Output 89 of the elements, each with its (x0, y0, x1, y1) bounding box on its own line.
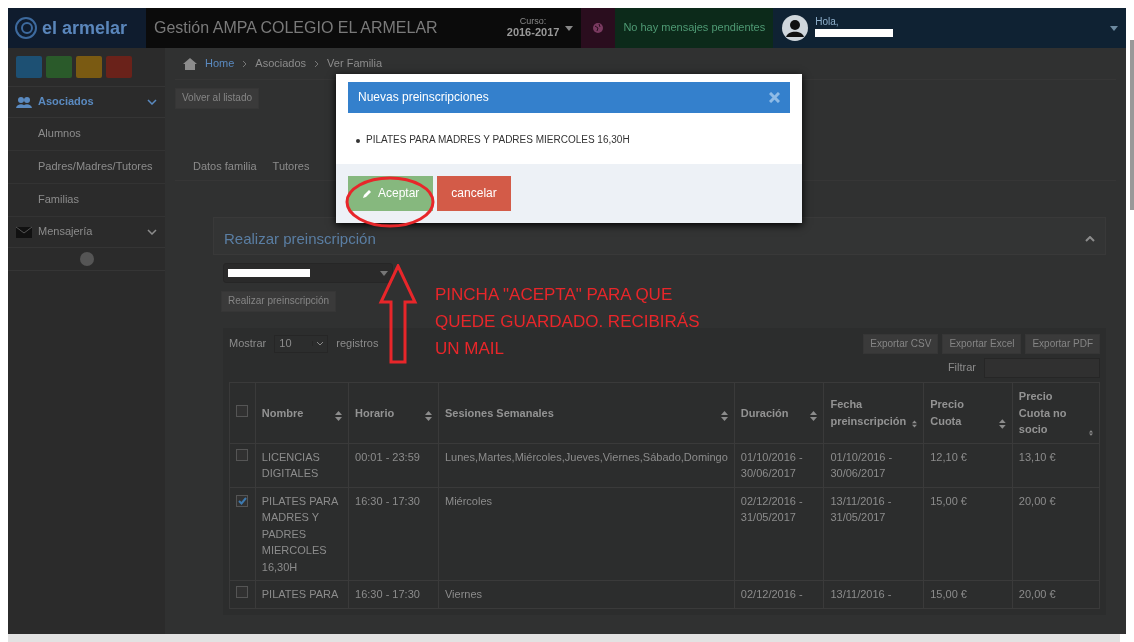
table-cell: 00:01 - 23:59 (355, 450, 420, 463)
greeting-text: Hola, (815, 16, 840, 28)
table-cell: 01/10/2016 - 30/06/2017 (830, 450, 893, 480)
sidebar-subitem[interactable]: Alumnos (8, 117, 165, 151)
table-cell: PILATES PARA MADRES Y PADRES MIERCOLES 16,30H (261, 494, 338, 573)
table-cell: 20,00 € (1018, 494, 1056, 507)
show-label: Mostrar (229, 335, 267, 351)
filter-label: Filtrar (947, 360, 976, 376)
course-value: 2016-2017 (506, 25, 560, 40)
horizontal-scrollbar[interactable] (8, 634, 1120, 642)
table-cell: 15,00 € (930, 494, 967, 507)
pencil-icon (362, 188, 372, 199)
chevron-down-icon (147, 228, 157, 235)
logo-icon (14, 16, 38, 40)
records-label: registros (336, 335, 379, 351)
chevron-down-icon (147, 98, 157, 105)
messages-status[interactable]: No hay mensajes pendientes (615, 8, 774, 48)
sidebar-subitem[interactable]: Padres/Madres/Tutores (8, 150, 165, 184)
table-cell: 02/12/2016 - (740, 588, 803, 601)
sidebar-subitem[interactable]: Familias (8, 183, 165, 217)
table-cell: Lunes,Martes,Miércoles,Jueves,Viernes,Sábado,Domingo (444, 450, 728, 463)
chevron-right-icon (314, 59, 320, 68)
export-button[interactable]: Exportar CSV (863, 333, 939, 355)
table-cell: 20,00 € (1018, 588, 1056, 601)
sort-icon[interactable] (424, 411, 432, 422)
checkbox[interactable] (236, 448, 248, 461)
table-cell: LICENCIAS DIGITALES (261, 450, 320, 480)
chevron-down-icon (316, 341, 325, 347)
bullet-icon (356, 138, 360, 143)
activity-select[interactable] (223, 263, 393, 284)
vertical-scrollbar[interactable] (1130, 40, 1134, 210)
app-title: Gestión AMPA COLEGIO EL ARMELAR (153, 18, 439, 39)
checkbox[interactable] (236, 586, 248, 599)
table-cell: 16:30 - 17:30 (355, 588, 420, 601)
table-cell: 01/10/2016 - 30/06/2017 (740, 450, 803, 480)
table-cell: 13/11/2016 - (830, 588, 892, 601)
export-button[interactable]: Exportar Excel (942, 333, 1022, 355)
table-cell: 02/12/2016 - 31/05/2017 (740, 494, 803, 524)
chevron-right-icon (242, 59, 248, 68)
caret-icon[interactable] (1110, 25, 1118, 31)
checkbox[interactable] (236, 494, 248, 507)
cancel-button[interactable]: cancelar (437, 175, 511, 212)
back-button[interactable]: Volver al listado (175, 88, 260, 109)
table-cell: 15,00 € (930, 588, 967, 601)
course-label: Curso: (518, 16, 548, 26)
table-cell: PILATES PARA (261, 588, 339, 601)
course-selector[interactable]: Curso: 2016-2017 (498, 8, 582, 48)
table-cell: 12,10 € (930, 450, 967, 463)
people-icon (16, 95, 32, 108)
panel-title: Realizar preinscripción (224, 229, 376, 250)
column-header: Sesiones Semanales (444, 405, 554, 421)
column-header: Duración (740, 405, 789, 421)
column-header: Nombre (261, 405, 304, 421)
sidebar-item[interactable]: Mensajería (8, 216, 165, 248)
sort-icon[interactable] (335, 411, 343, 422)
page-size-select[interactable]: 10 (274, 334, 329, 353)
table-cell: 16:30 - 17:30 (355, 494, 420, 507)
column-header: Precio Cuota (930, 397, 965, 429)
dialog-title: Nuevas preinscripciones (358, 89, 489, 106)
user-avatar-icon (781, 14, 810, 42)
column-header: Precio Cuota no socio (1018, 389, 1068, 438)
tab[interactable]: Datos familia (193, 158, 257, 175)
breadcrumb-link[interactable]: Asociados (255, 55, 307, 72)
sort-icon[interactable] (999, 419, 1006, 430)
table-cell: Viernes (444, 588, 483, 601)
collapse-sidebar-button[interactable] (79, 251, 94, 266)
caret-icon (565, 25, 574, 31)
close-button[interactable] (769, 92, 780, 104)
envelope-icon (16, 225, 32, 238)
globe-icon[interactable] (592, 22, 605, 34)
home-icon (183, 57, 197, 70)
page-size-value: 10 (279, 335, 292, 351)
breadcrumb-link[interactable]: Home (205, 55, 235, 72)
export-button[interactable]: Exportar PDF (1025, 333, 1100, 355)
table-cell: 13,10 € (1018, 450, 1056, 463)
column-header: Fecha preinscripción (830, 397, 908, 429)
table-cell: 13/11/2016 - 31/05/2017 (830, 494, 892, 524)
checkbox[interactable] (236, 404, 248, 417)
caret-icon (380, 270, 388, 276)
annotation-text: PINCHA "ACEPTA" PARA QUE QUEDE GUARDADO. RECIBIRÁS UN MAIL (435, 284, 701, 360)
sidebar-item[interactable]: Asociados (8, 87, 165, 118)
table-cell: Miércoles (444, 494, 493, 507)
sort-icon[interactable] (720, 411, 728, 422)
column-header: Horario (355, 405, 395, 421)
list-item: PILATES PARA MADRES Y PADRES MIERCOLES 16,30H (366, 133, 630, 148)
chevron-up-icon[interactable] (1085, 236, 1095, 243)
sort-icon[interactable] (810, 411, 818, 422)
tab[interactable]: Tutores (272, 158, 310, 175)
sort-icon[interactable] (912, 419, 918, 430)
